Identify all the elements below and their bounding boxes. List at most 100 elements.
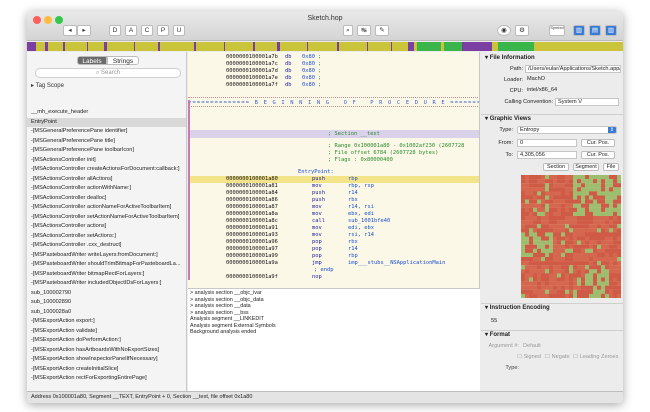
segment-button[interactable]: Segment — [573, 163, 599, 171]
symbol-list-item[interactable]: -[MSExportAction showInspectorPanelIfNec… — [27, 355, 186, 365]
search-toolbar-button[interactable]: ⌕ — [343, 25, 353, 36]
toolbar-button-p[interactable]: P — [157, 25, 169, 36]
symbol-list-item[interactable]: -[MSActionsController dealloc] — [27, 194, 186, 204]
symbol-search-button[interactable]: Symbol — [549, 25, 565, 36]
format-header[interactable]: ▾ Format — [481, 330, 623, 339]
leading-zeroes-checkbox[interactable]: ☐ Leading Zeroes — [573, 354, 618, 360]
entropy-cell — [537, 285, 541, 290]
record-button[interactable]: ◉ — [497, 25, 511, 36]
entropy-cell — [569, 179, 573, 184]
symbol-list-item[interactable]: sub_100002890 — [27, 298, 186, 308]
negate-checkbox[interactable]: ☐ Negate — [545, 354, 570, 360]
from-field[interactable]: 0 — [517, 139, 577, 147]
argument-select[interactable]: Default — [523, 343, 541, 349]
procedure-banner: ============== B E G I N N I N G O F P R… — [188, 97, 479, 107]
toggle-left-pane-button[interactable]: ▥ — [573, 25, 585, 36]
assembly-view[interactable]: 0000000100001a7b db 0x80; 0000000100001a7c d… — [188, 52, 480, 288]
console-pane[interactable]: > analysis section __objc_ivar > analysis… — [188, 288, 480, 398]
symbol-list-item[interactable]: -[MSActionsController setActionNameForAc… — [27, 213, 186, 223]
instruction-encoding-header[interactable]: ▾ Instruction Encoding — [481, 303, 623, 312]
symbol-list-item[interactable]: -[MSActionsController setActions:] — [27, 232, 186, 242]
entropy-cell — [585, 273, 589, 278]
symbol-list-item[interactable]: -[MSActionsController .cxx_destruct] — [27, 241, 186, 251]
section-button[interactable]: Section — [543, 163, 569, 171]
entropy-cell — [545, 273, 549, 278]
debug-button[interactable]: ⚙ — [515, 25, 529, 36]
symbol-list-item[interactable]: -[MSActionsController actionWithName:] — [27, 184, 186, 194]
entropy-cell — [605, 281, 609, 286]
symbol-list-item[interactable]: -[MSActionsController allActions] — [27, 175, 186, 185]
entropy-cell — [549, 191, 553, 196]
file-information-header[interactable]: ▾ File Information — [481, 54, 623, 63]
to-cur-pos-button[interactable]: Cur. Pos. — [581, 151, 615, 159]
entropy-cell — [533, 216, 537, 221]
symbol-list-item[interactable]: -[MSPasteboardWriter shouldTrimBitmapFor… — [27, 260, 186, 270]
signed-checkbox[interactable]: ☐ Signed — [517, 354, 541, 360]
segment-navigation-bar[interactable] — [27, 42, 623, 51]
symbol-list-item[interactable]: -[MSPasteboardWriter includedObjectIDsFo… — [27, 279, 186, 289]
entropy-cell — [557, 179, 561, 184]
mnemonic: db — [285, 68, 292, 74]
forward-icon: ▸ — [82, 27, 86, 34]
toolbar-button-a[interactable]: A — [125, 25, 137, 36]
tab-strings[interactable]: Strings — [107, 56, 139, 65]
entropy-cell — [561, 175, 565, 180]
endp-comment: ; endp — [314, 267, 334, 273]
file-button[interactable]: File — [603, 163, 619, 171]
symbol-list-item[interactable]: -[MSActionsController createActionsForDo… — [27, 165, 186, 175]
symbol-list-item[interactable]: sub_1000028a0 — [27, 308, 186, 318]
operand: 0x80 — [302, 75, 315, 81]
entropy-cell — [573, 240, 577, 245]
symbol-list-item[interactable]: -[MSPasteboardWriter bitmapRectForLayers… — [27, 270, 186, 280]
entropy-cell — [589, 281, 593, 286]
operand: imp___stubs__NSApplicationMain — [348, 260, 446, 266]
entropy-cell — [605, 224, 609, 229]
symbol-list-item[interactable]: -[MSGeneralPreferencePane identifier] — [27, 127, 186, 137]
symbol-list-item[interactable]: -[MSExportAction doPerformAction:] — [27, 336, 186, 346]
calling-convention-select[interactable]: System V — [555, 98, 619, 106]
sidebar-toggle-button[interactable]: ◂ — [63, 25, 77, 36]
forward-button[interactable]: ▸ — [77, 25, 91, 36]
symbol-list-item[interactable]: -[MSExportAction createInitialSlice] — [27, 365, 186, 375]
entropy-cell — [545, 293, 549, 298]
bottom-pane-icon: ▤ — [591, 27, 599, 34]
symbol-list-item[interactable]: EntryPoint — [27, 117, 186, 127]
symbol-list-item[interactable]: -[MSExportAction export:] — [27, 317, 186, 327]
toggle-right-pane-button[interactable]: ▥ — [605, 25, 617, 36]
symbol-list-item[interactable]: -[MSActionsController actions] — [27, 222, 186, 232]
symbol-list-item[interactable]: -[MSGeneralPreferencePane toolbarIcon] — [27, 146, 186, 156]
path-field[interactable]: /Users/eular/Applications/Sketch.app/C — [525, 65, 621, 73]
symbol-list-item[interactable]: -[MSExportAction hasArtboardsWithNoExpor… — [27, 346, 186, 356]
symbol-list-item[interactable]: -[MSExportAction rectForExportingEntireP… — [27, 374, 186, 384]
graphic-views-header[interactable]: ▾ Graphic Views — [481, 114, 623, 123]
entropy-cell — [605, 252, 609, 258]
symbol-list-item[interactable]: -[MSPasteboardWriter writeLayers:fromDoc… — [27, 251, 186, 261]
entropy-cell — [617, 224, 621, 229]
address: 0000000100001a9a — [226, 260, 278, 266]
toolbar-button-c[interactable]: C — [141, 25, 153, 36]
type-select[interactable]: Entropy ⇕ — [517, 126, 617, 134]
entropy-cell — [605, 179, 609, 184]
to-field[interactable]: 4,305,056 — [517, 151, 577, 159]
search-input[interactable]: ⌕ Search — [35, 68, 181, 78]
comment: ; — [318, 82, 322, 88]
toolbar-button-d[interactable]: D — [109, 25, 121, 36]
symbol-list-item[interactable]: -[MSActionsController actionNameForActiv… — [27, 203, 186, 213]
entropy-cell — [581, 257, 585, 262]
symbol-list-item[interactable]: sub_100002790 — [27, 289, 186, 299]
tag-scope-toggle[interactable]: ▸ Tag Scope — [31, 82, 64, 89]
toolbar-button-u[interactable]: U — [173, 25, 185, 36]
symbol-list-item[interactable]: -[MSExportAction validate] — [27, 327, 186, 337]
tab-labels[interactable]: Labels — [77, 56, 107, 65]
symbol-list-item[interactable]: -[MSActionsController init] — [27, 156, 186, 166]
entropy-graph[interactable] — [521, 175, 621, 298]
navigate-toolbar-button[interactable]: ↹ — [357, 25, 371, 36]
entropy-cell — [565, 265, 569, 270]
modify-toolbar-button[interactable]: ✎ — [375, 25, 389, 36]
from-cur-pos-button[interactable]: Cur. Pos. — [581, 139, 615, 147]
symbol-list-item[interactable]: -[MSGeneralPreferencePane title] — [27, 137, 186, 147]
toggle-bottom-pane-button[interactable]: ▤ — [589, 25, 601, 36]
symbol-list-item[interactable]: __mh_execute_header — [27, 108, 186, 118]
to-label: To: — [505, 152, 513, 158]
entropy-cell — [585, 236, 589, 241]
